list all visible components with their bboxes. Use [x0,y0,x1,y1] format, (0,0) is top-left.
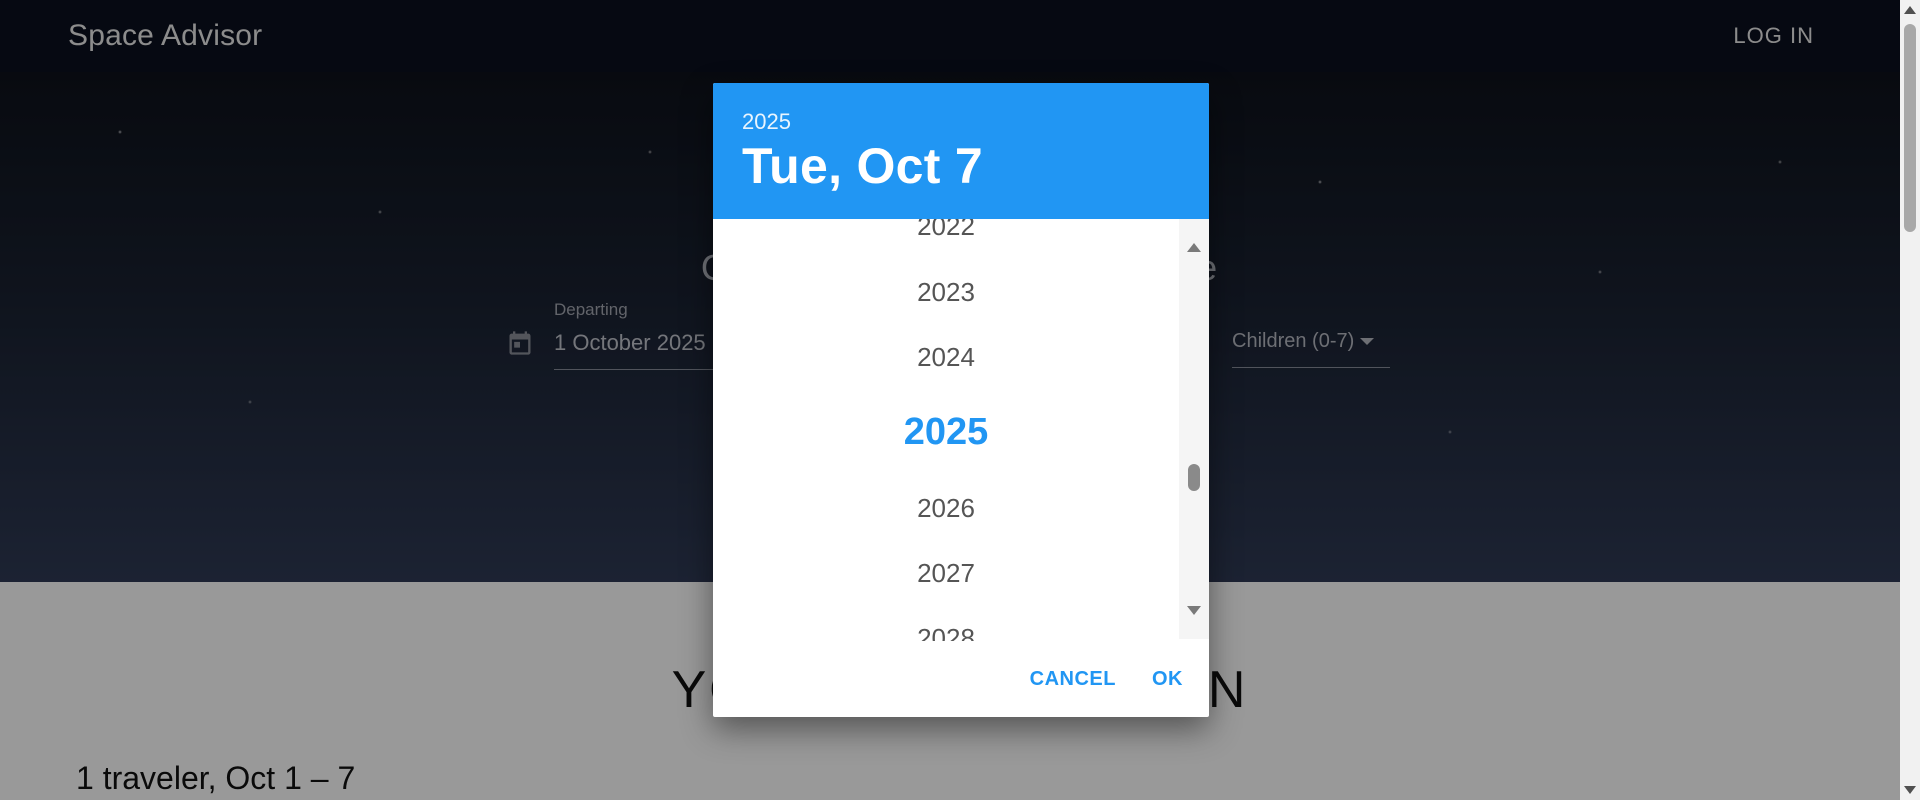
scroll-down-icon[interactable] [1904,786,1916,794]
dialog-actions: CANCEL OK [713,641,1209,717]
year-option[interactable]: 2024 [713,342,1179,373]
year-option[interactable]: 2023 [713,277,1179,308]
scroll-up-icon[interactable] [1187,243,1201,252]
year-option-selected[interactable]: 2025 [713,411,1179,454]
year-option[interactable]: 2026 [713,493,1179,524]
header-year[interactable]: 2025 [742,109,1180,135]
date-picker-dialog: 2025 Tue, Oct 7 2022 2023 2024 2025 2026… [713,83,1209,717]
page-scrollbar[interactable] [1900,0,1920,800]
scroll-up-icon[interactable] [1904,6,1916,14]
year-list-scrollbar[interactable] [1179,219,1209,639]
year-list[interactable]: 2022 2023 2024 2025 2026 2027 2028 [713,219,1179,641]
scroll-down-icon[interactable] [1187,606,1201,615]
year-option[interactable]: 2022 [713,219,1179,242]
ok-button[interactable]: OK [1140,658,1195,701]
year-option[interactable]: 2027 [713,558,1179,589]
date-picker-header: 2025 Tue, Oct 7 [713,83,1209,219]
header-date[interactable]: Tue, Oct 7 [742,137,1180,195]
year-scroll-thumb[interactable] [1188,464,1200,491]
scrollbar-thumb[interactable] [1904,24,1916,232]
cancel-button[interactable]: CANCEL [1018,658,1128,701]
year-option[interactable]: 2028 [713,623,1179,641]
